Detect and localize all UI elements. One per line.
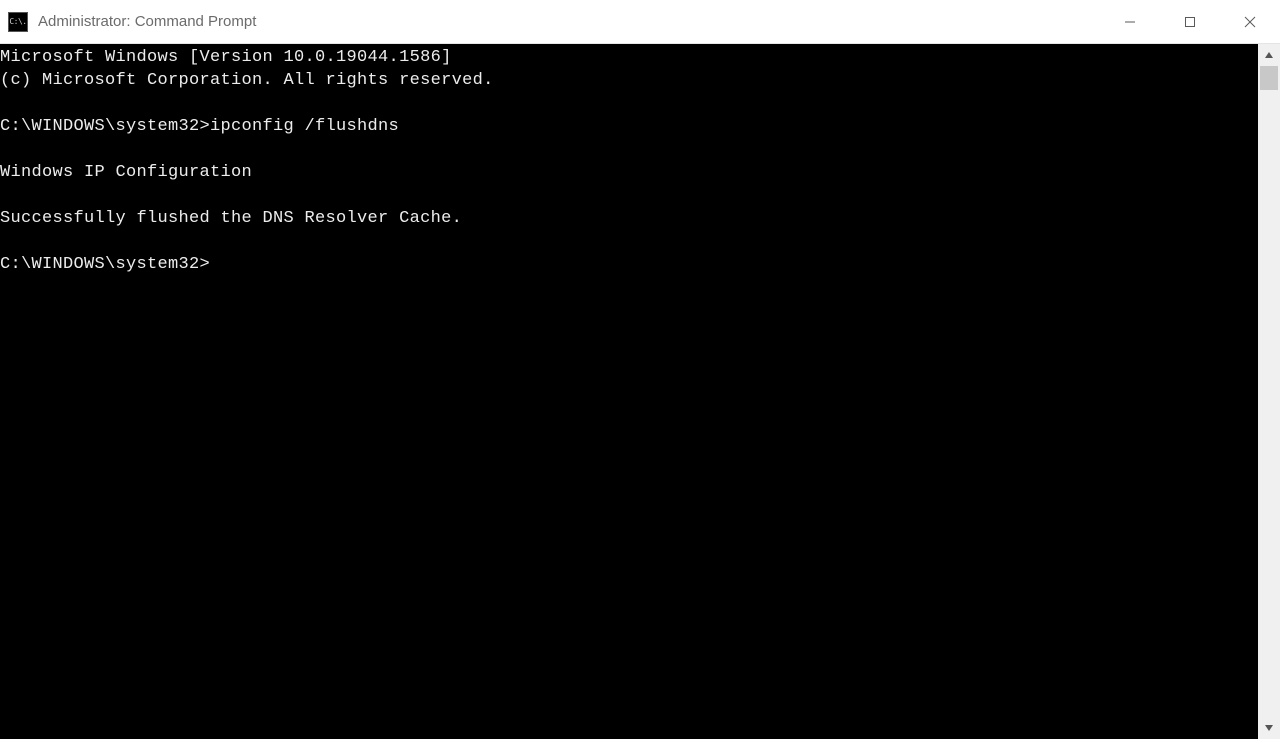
terminal-line: C:\WINDOWS\system32>ipconfig /flushdns [0, 115, 1258, 138]
scroll-up-arrow-icon[interactable] [1258, 44, 1280, 66]
close-button[interactable] [1220, 0, 1280, 43]
scroll-down-arrow-icon[interactable] [1258, 717, 1280, 739]
scroll-thumb[interactable] [1260, 66, 1278, 90]
terminal-container: Microsoft Windows [Version 10.0.19044.15… [0, 44, 1280, 739]
terminal-line: Successfully flushed the DNS Resolver Ca… [0, 207, 1258, 230]
terminal-line [0, 230, 1258, 253]
maximize-button[interactable] [1160, 0, 1220, 43]
terminal-line: Windows IP Configuration [0, 161, 1258, 184]
terminal-line: (c) Microsoft Corporation. All rights re… [0, 69, 1258, 92]
window-controls [1100, 0, 1280, 43]
terminal-line: C:\WINDOWS\system32> [0, 253, 1258, 276]
terminal-line [0, 92, 1258, 115]
scroll-track[interactable] [1258, 66, 1280, 739]
app-icon: C:\. [8, 12, 28, 32]
terminal-output[interactable]: Microsoft Windows [Version 10.0.19044.15… [0, 44, 1258, 739]
terminal-line [0, 138, 1258, 161]
terminal-line [0, 184, 1258, 207]
vertical-scrollbar[interactable] [1258, 44, 1280, 739]
titlebar[interactable]: C:\. Administrator: Command Prompt [0, 0, 1280, 44]
minimize-button[interactable] [1100, 0, 1160, 43]
window-title: Administrator: Command Prompt [38, 13, 1100, 30]
terminal-line: Microsoft Windows [Version 10.0.19044.15… [0, 46, 1258, 69]
